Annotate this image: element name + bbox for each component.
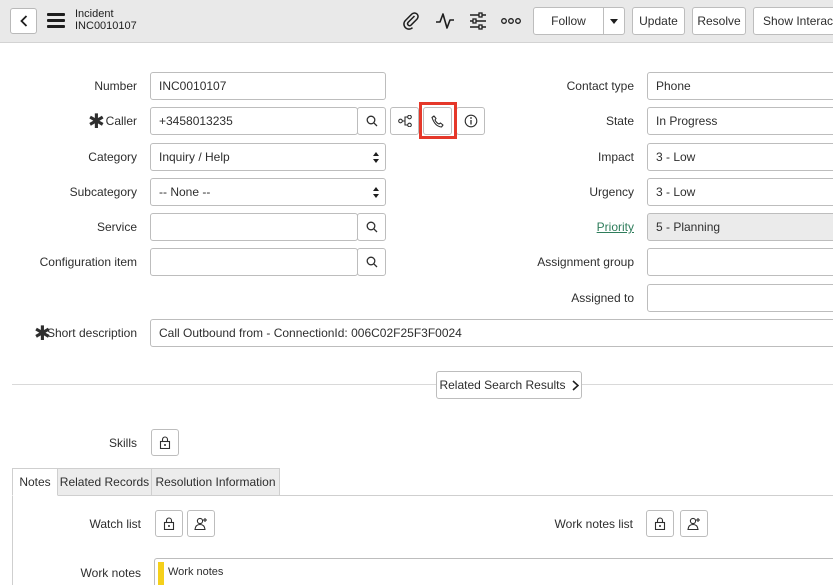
service-lookup-button[interactable] <box>357 213 386 241</box>
work-notes-textarea[interactable] <box>154 558 833 585</box>
contact-type-select[interactable]: Phone <box>647 72 833 100</box>
short-description-input[interactable]: Call Outbound from - ConnectionId: 006C0… <box>150 319 833 347</box>
service-label: Service <box>96 220 137 234</box>
follow-dropdown-button[interactable] <box>603 7 625 35</box>
caller-lookup-button[interactable] <box>357 107 386 135</box>
tab-related-records[interactable]: Related Records <box>57 468 152 496</box>
caller-label: Caller <box>105 114 137 128</box>
subcategory-label: Subcategory <box>69 185 137 199</box>
record-number: INC0010107 <box>75 20 137 32</box>
impact-select[interactable]: 3 - Low <box>647 143 833 171</box>
record-type-title: Incident <box>75 8 114 20</box>
work-notes-placeholder: Work notes <box>168 566 224 578</box>
paperclip-icon[interactable] <box>401 11 423 31</box>
caller-info-button[interactable] <box>456 107 485 135</box>
related-search-results-label: Related Search Results <box>439 378 566 392</box>
assigned-to-input[interactable] <box>647 284 833 312</box>
impact-label: Impact <box>597 150 634 164</box>
tab-resolution-information[interactable]: Resolution Information <box>151 468 280 496</box>
related-search-results-button[interactable]: Related Search Results <box>436 371 582 399</box>
service-input[interactable] <box>150 213 358 241</box>
category-value: Inquiry / Help <box>159 150 230 164</box>
call-button-highlight <box>419 102 457 139</box>
work-notes-list-unlock-button[interactable] <box>646 510 674 537</box>
caller-input[interactable]: +3458013235 <box>150 107 358 135</box>
caller-mandatory-icon: ✱ <box>88 111 105 133</box>
select-arrows-icon <box>373 187 379 198</box>
state-select[interactable]: In Progress <box>647 107 833 135</box>
priority-field: 5 - Planning <box>647 213 833 241</box>
configuration-item-label: Configuration item <box>39 255 137 269</box>
watch-list-label: Watch list <box>89 517 141 531</box>
info-icon <box>464 114 477 128</box>
watch-list-unlock-button[interactable] <box>155 510 183 537</box>
configuration-item-lookup-button[interactable] <box>357 248 386 276</box>
short-description-label: Short description <box>46 326 137 340</box>
hierarchy-icon <box>397 115 412 127</box>
hamburger-icon[interactable] <box>47 13 65 28</box>
work-notes-label: Work notes <box>80 566 141 580</box>
section-divider <box>12 384 833 385</box>
search-icon <box>366 115 377 127</box>
assignment-group-input[interactable] <box>647 248 833 276</box>
lock-icon <box>163 517 175 530</box>
number-field[interactable]: INC0010107 <box>150 72 386 100</box>
work-notes-list-add-me-button[interactable] <box>680 510 708 537</box>
work-notes-indicator <box>158 562 164 585</box>
watch-list-add-me-button[interactable] <box>187 510 215 537</box>
add-user-icon <box>687 517 700 530</box>
sliders-icon[interactable] <box>467 11 489 31</box>
back-button[interactable] <box>10 8 37 34</box>
assigned-to-label: Assigned to <box>571 291 634 305</box>
back-icon <box>19 15 27 27</box>
caller-tree-button[interactable] <box>390 107 419 135</box>
search-icon <box>366 221 377 233</box>
show-interaction-button[interactable]: Show Interaction <box>753 7 833 35</box>
configuration-item-input[interactable] <box>150 248 358 276</box>
add-user-icon <box>194 517 207 530</box>
contact-type-label: Contact type <box>566 79 634 93</box>
priority-link[interactable]: Priority <box>597 220 634 234</box>
subcategory-value: -- None -- <box>159 185 211 199</box>
category-label: Category <box>88 150 137 164</box>
tab-notes[interactable]: Notes <box>12 468 58 496</box>
subcategory-select[interactable]: -- None -- <box>150 178 386 206</box>
update-button[interactable]: Update <box>632 7 685 35</box>
resolve-button[interactable]: Resolve <box>692 7 746 35</box>
skills-label: Skills <box>108 436 137 450</box>
work-notes-list-label: Work notes list <box>554 517 633 531</box>
lock-icon <box>159 436 171 449</box>
state-label: State <box>605 114 634 128</box>
category-select[interactable]: Inquiry / Help <box>150 143 386 171</box>
skills-unlock-button[interactable] <box>151 429 179 456</box>
activity-icon[interactable] <box>434 11 456 31</box>
select-arrows-icon <box>373 152 379 163</box>
form-header: Incident INC0010107 Follow Update Resolv… <box>0 0 833 43</box>
caret-down-icon <box>610 18 618 24</box>
lock-icon <box>654 517 666 530</box>
number-label: Number <box>94 79 137 93</box>
follow-button[interactable]: Follow <box>533 7 604 35</box>
chevron-right-icon <box>571 379 579 391</box>
urgency-label: Urgency <box>589 185 634 199</box>
search-icon <box>366 256 377 268</box>
assignment-group-label: Assignment group <box>537 255 634 269</box>
more-icon[interactable] <box>500 11 522 31</box>
urgency-select[interactable]: 3 - Low <box>647 178 833 206</box>
